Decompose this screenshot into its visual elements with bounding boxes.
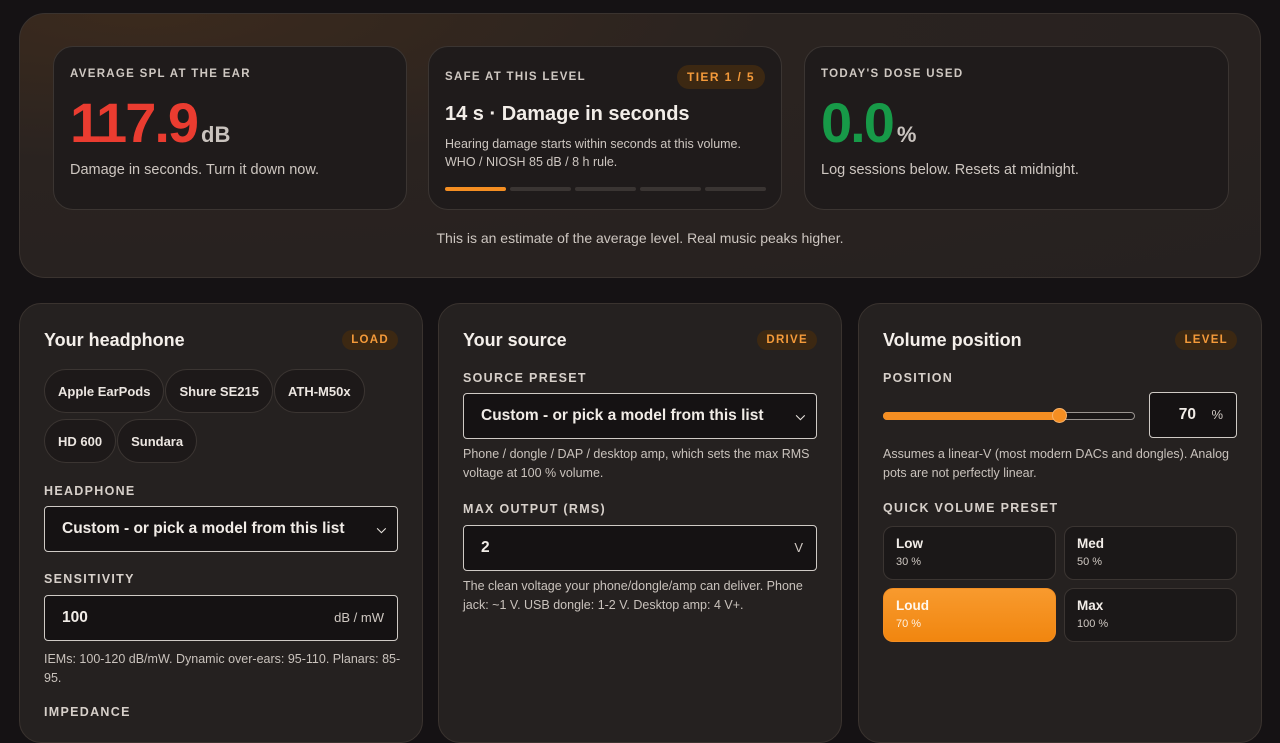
headphone-chip[interactable]: ATH-M50x bbox=[273, 369, 365, 413]
dose-readout: 0.0% bbox=[821, 91, 916, 167]
sensitivity-value: 100 bbox=[62, 609, 88, 626]
headphone-chip[interactable]: Apple EarPods bbox=[44, 369, 165, 413]
quick-preset-label: QUICK VOLUME PRESET bbox=[883, 501, 1059, 515]
preset-low-button[interactable]: Low 30 % bbox=[883, 526, 1056, 580]
dose-subtitle: Log sessions below. Resets at midnight. bbox=[821, 162, 1079, 178]
preset-name: Loud bbox=[896, 598, 929, 613]
sensitivity-hint: IEMs: 100-120 dB/mW. Dynamic over-ears: … bbox=[44, 652, 401, 685]
preset-value: 30 % bbox=[896, 556, 922, 568]
position-value: 70 bbox=[1178, 406, 1196, 423]
source-preset-select[interactable]: Custom - or pick a model from this list … bbox=[463, 393, 817, 439]
preset-med-button[interactable]: Med 50 % bbox=[1064, 526, 1237, 580]
preset-value: 50 % bbox=[1077, 556, 1103, 568]
headphone-select-value: Custom - or pick a model from this list bbox=[62, 520, 345, 537]
volume-card: Volume position LEVEL POSITION 70 % Assu… bbox=[858, 303, 1262, 743]
source-preset-label: SOURCE PRESET bbox=[463, 371, 587, 385]
slider-fill bbox=[883, 412, 1060, 420]
spl-value: 117.9 bbox=[70, 91, 199, 154]
max-output-label: MAX OUTPUT (RMS) bbox=[463, 502, 607, 516]
sensitivity-unit: dB / mW bbox=[334, 610, 384, 625]
headphone-chip[interactable]: HD 600 bbox=[44, 419, 117, 463]
position-label: POSITION bbox=[883, 371, 954, 385]
safe-label: SAFE AT THIS LEVEL bbox=[445, 71, 586, 83]
tier-segment bbox=[575, 187, 636, 191]
dose-label: TODAY'S DOSE USED bbox=[821, 68, 964, 80]
level-badge: LEVEL bbox=[1175, 330, 1237, 350]
results-panel: AVERAGE SPL AT THE EAR 117.9 dB Damage in… bbox=[19, 13, 1261, 278]
preset-value: 100 % bbox=[1077, 618, 1109, 630]
tier-segment bbox=[705, 187, 766, 191]
tier-badge: TIER 1 / 5 bbox=[676, 65, 765, 89]
safe-description-line: Hearing damage starts within seconds at … bbox=[445, 137, 741, 151]
dose-unit: % bbox=[896, 122, 917, 147]
slider-thumb[interactable] bbox=[1052, 408, 1068, 423]
chevron-down-icon: ⌵ bbox=[376, 522, 386, 536]
impedance-label: IMPEDANCE bbox=[44, 705, 131, 719]
tier-segment bbox=[640, 187, 701, 191]
headphone-select[interactable]: Custom - or pick a model from this list … bbox=[44, 506, 398, 552]
chevron-down-icon: ⌵ bbox=[795, 409, 805, 423]
preset-name: Med bbox=[1077, 536, 1104, 551]
tier-segment bbox=[510, 187, 571, 191]
spl-readout: 117.9 dB bbox=[70, 91, 230, 167]
volume-slider[interactable] bbox=[883, 407, 1135, 423]
position-input[interactable]: 70 % bbox=[1149, 392, 1237, 438]
safe-time-card: SAFE AT THIS LEVEL TIER 1 / 5 14 s · Dam… bbox=[428, 46, 782, 210]
spl-card: AVERAGE SPL AT THE EAR 117.9 dB Damage in… bbox=[53, 46, 407, 210]
preset-value: 70 % bbox=[896, 618, 922, 630]
spl-label: AVERAGE SPL AT THE EAR bbox=[70, 68, 251, 80]
source-title: Your source bbox=[463, 330, 567, 350]
preset-name: Low bbox=[896, 536, 923, 551]
max-output-value: 2 bbox=[481, 539, 490, 556]
position-unit: % bbox=[1211, 407, 1223, 422]
source-preset-value: Custom - or pick a model from this list bbox=[481, 407, 764, 424]
volume-title: Volume position bbox=[883, 330, 1022, 350]
headphone-title: Your headphone bbox=[44, 330, 185, 350]
headphone-chip[interactable]: Sundara bbox=[117, 419, 198, 463]
dose-value: 0.0 bbox=[821, 91, 895, 154]
max-output-unit: V bbox=[794, 540, 803, 555]
source-preset-hint: Phone / dongle / DAP / desktop amp, whic… bbox=[463, 447, 810, 480]
preset-name: Max bbox=[1077, 598, 1104, 613]
sensitivity-label: SENSITIVITY bbox=[44, 572, 135, 586]
sensitivity-input[interactable]: 100 dB / mW bbox=[44, 595, 398, 641]
safe-description: Hearing damage starts within seconds at … bbox=[445, 135, 765, 171]
tier-meter bbox=[445, 187, 766, 191]
dose-card: TODAY'S DOSE USED 0.0% Log sessions belo… bbox=[804, 46, 1229, 210]
headphone-chip[interactable]: Shure SE215 bbox=[165, 369, 273, 413]
safe-description-line: WHO / NIOSH 85 dB / 8 h rule. bbox=[445, 155, 618, 169]
position-hint: Assumes a linear-V (most modern DACs and… bbox=[883, 447, 1229, 480]
load-badge: LOAD bbox=[342, 330, 398, 350]
headphone-chips: Apple EarPods Shure SE215 ATH-M50x HD 600 Su… bbox=[44, 369, 404, 469]
max-output-hint: The clean voltage your phone/dongle/amp … bbox=[463, 579, 803, 612]
spl-subtitle: Damage in seconds. Turn it down now. bbox=[70, 162, 320, 178]
drive-badge: DRIVE bbox=[757, 330, 817, 350]
preset-max-button[interactable]: Max 100 % bbox=[1064, 588, 1237, 642]
spl-unit: dB bbox=[201, 122, 231, 147]
headphone-label: HEADPHONE bbox=[44, 484, 136, 498]
tier-segment bbox=[445, 187, 506, 191]
safe-title: 14 s · Damage in seconds bbox=[445, 103, 690, 125]
headphone-card: Your headphone LOAD Apple EarPods Shure S… bbox=[19, 303, 423, 743]
estimate-note: This is an estimate of the average level… bbox=[436, 230, 844, 246]
preset-loud-button[interactable]: Loud 70 % bbox=[883, 588, 1056, 642]
max-output-input[interactable]: 2 V bbox=[463, 525, 817, 571]
source-card: Your source DRIVE SOURCE PRESET Custom -… bbox=[438, 303, 842, 743]
